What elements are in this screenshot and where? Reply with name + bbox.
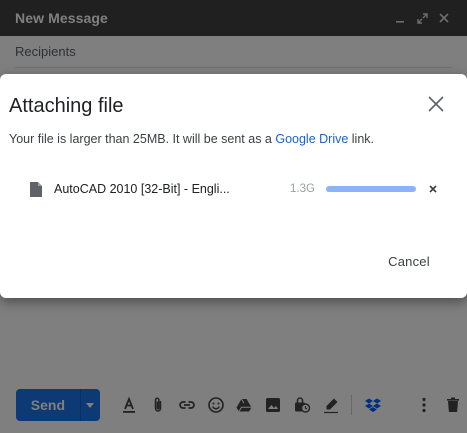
attaching-file-dialog: Attaching file Your file is larger than … — [0, 74, 467, 298]
dialog-title: Attaching file — [9, 95, 124, 117]
attachment-row: AutoCAD 2010 [32-Bit] - Engli... 1.3G — [30, 178, 440, 200]
dialog-message: Your file is larger than 25MB. It will b… — [9, 132, 374, 146]
close-icon[interactable] — [426, 94, 446, 114]
file-name: AutoCAD 2010 [32-Bit] - Engli... — [54, 182, 230, 196]
upload-progress-fill — [326, 186, 416, 192]
file-size: 1.3G — [290, 183, 315, 195]
message-suffix: link. — [348, 132, 374, 146]
message-text: Your file is larger than 25MB. It will b… — [9, 132, 276, 146]
file-icon — [30, 181, 42, 197]
cancel-button[interactable]: Cancel — [376, 248, 442, 274]
google-drive-link[interactable]: Google Drive — [275, 132, 348, 146]
remove-attachment-icon[interactable] — [426, 182, 440, 196]
upload-progress-bar — [326, 186, 416, 192]
